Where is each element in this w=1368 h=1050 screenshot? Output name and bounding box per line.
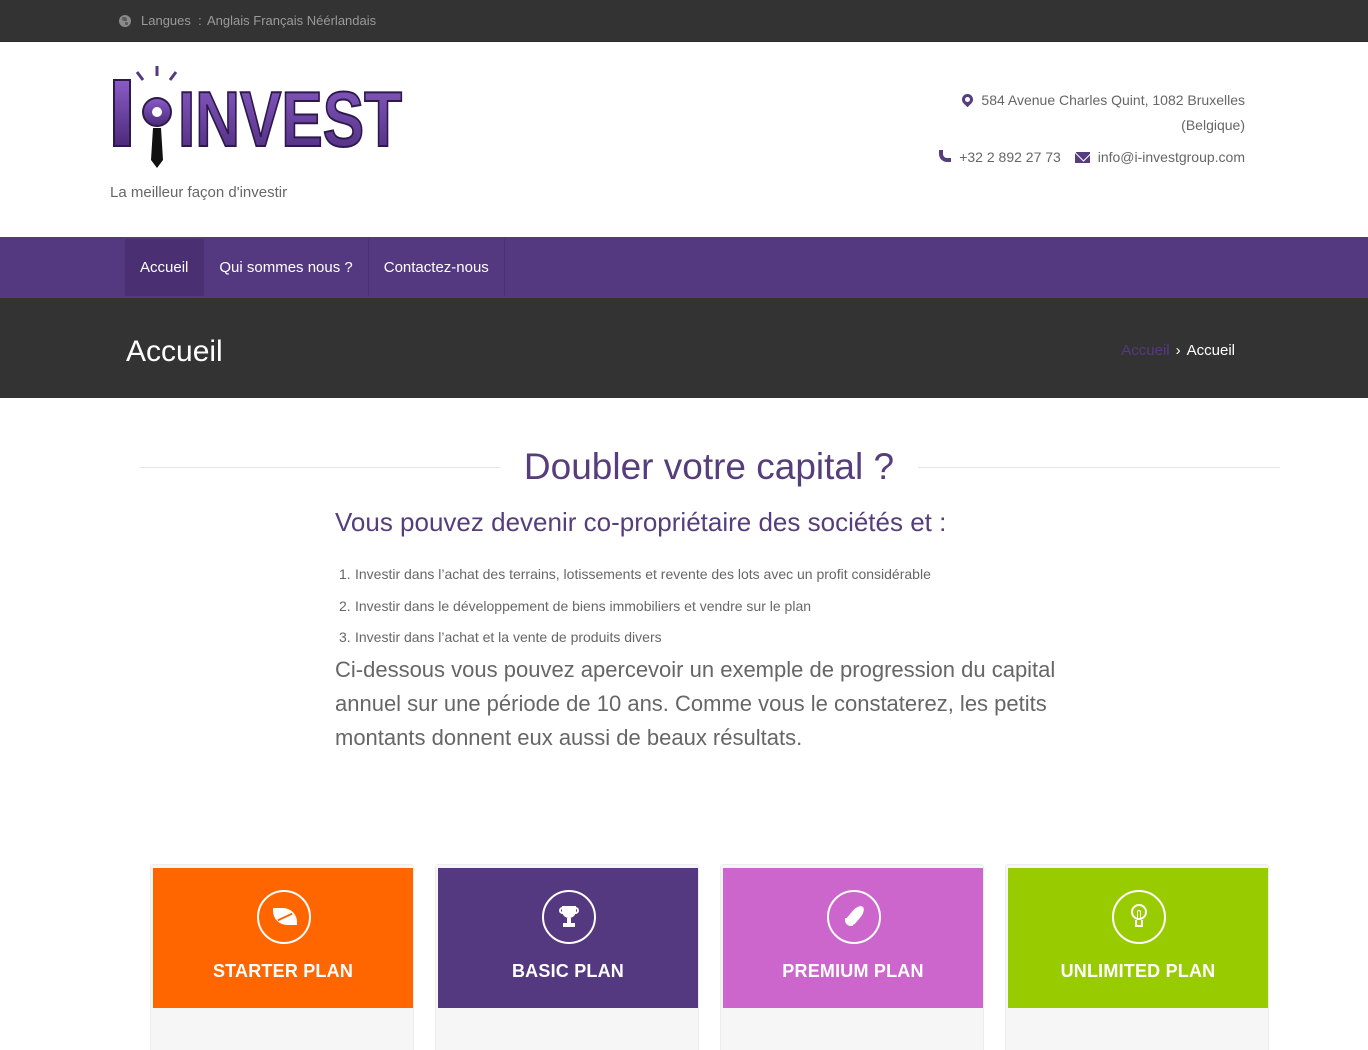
language-link-francais[interactable]: Français xyxy=(253,13,303,28)
nav-item-contactez-nous[interactable]: Contactez-nous xyxy=(369,239,505,296)
envelope-icon xyxy=(1074,151,1090,163)
phone-email-line: +32 2 892 27 73 info@i-investgroup.com xyxy=(885,145,1245,170)
top-bar: Langues : Anglais Français Néérlandais xyxy=(0,0,1368,42)
logo-tie xyxy=(151,128,163,168)
intro-paragraph: Ci-dessous vous pouvez apercevoir un exe… xyxy=(335,657,1056,750)
plan-icon-circle xyxy=(1112,890,1166,944)
plan-body xyxy=(1008,1008,1268,1050)
plan-card-unlimited[interactable]: UNLIMITED PLAN xyxy=(1005,864,1269,1050)
list-item: 1. Investir dans l’achat des terrains, lo… xyxy=(339,566,931,582)
plan-body xyxy=(153,1008,413,1050)
language-link-anglais[interactable]: Anglais xyxy=(207,13,250,28)
language-link-neerlandais[interactable]: Néérlandais xyxy=(307,13,376,28)
language-links: Anglais Français Néérlandais xyxy=(207,13,376,28)
plan-icon-circle xyxy=(257,890,311,944)
nav-item-qui-sommes-nous[interactable]: Qui sommes nous ? xyxy=(204,239,369,296)
rocket-icon xyxy=(845,903,867,930)
section-title: Doubler votre capital ? xyxy=(523,446,895,487)
plan-card-basic[interactable]: BASIC PLAN xyxy=(435,864,699,1050)
email-link[interactable]: info@i-investgroup.com xyxy=(1098,149,1245,165)
leaf-icon xyxy=(273,908,297,925)
logo-wordmark: INVEST xyxy=(178,75,402,163)
tagline: La meilleur façon d'investir xyxy=(110,184,288,201)
plan-name: STARTER PLAN xyxy=(212,961,354,981)
breadcrumb-current: Accueil xyxy=(1186,342,1235,359)
plan-icon-circle xyxy=(542,890,596,944)
plan-icon-circle xyxy=(827,890,881,944)
plan-card-premium[interactable]: PREMIUM PLAN xyxy=(720,864,984,1050)
divider-right xyxy=(918,467,1280,468)
steps-list: 1. Investir dans l’achat des terrains, lo… xyxy=(339,565,931,660)
main-nav: Accueil Qui sommes nous ? Contactez-nous xyxy=(0,237,1368,298)
plan-header: UNLIMITED PLAN xyxy=(1008,868,1268,1008)
breadcrumb: Accueil › Accueil xyxy=(1121,342,1235,359)
divider-left xyxy=(139,467,501,468)
phone-icon xyxy=(939,150,952,163)
nav-menu: Accueil Qui sommes nous ? Contactez-nous xyxy=(125,239,505,296)
plan-body xyxy=(723,1008,983,1050)
logo-letter-i xyxy=(113,79,131,147)
plan-body xyxy=(438,1008,698,1050)
list-item: 2. Investir dans le développement de bien… xyxy=(339,597,812,614)
plan-name: BASIC PLAN xyxy=(511,961,624,981)
plan-header: BASIC PLAN xyxy=(438,868,698,1008)
plan-header: PREMIUM PLAN xyxy=(723,868,983,1008)
lightbulb-icon xyxy=(1130,904,1148,930)
breadcrumb-home-link[interactable]: Accueil xyxy=(1121,342,1169,359)
chevron-right-icon: › xyxy=(1175,342,1181,359)
section-subtitle: Vous pouvez devenir co-propriétaire des … xyxy=(335,507,947,537)
language-label: Langues : xyxy=(141,13,202,28)
plan-name: PREMIUM PLAN xyxy=(782,961,924,981)
address-line: 584 Avenue Charles Quint, 1082 Bruxelles xyxy=(885,88,1245,113)
contact-info: 584 Avenue Charles Quint, 1082 Bruxelles… xyxy=(885,88,1245,170)
trophy-icon xyxy=(559,906,579,930)
logo[interactable]: INVEST xyxy=(110,64,410,174)
plan-header: STARTER PLAN xyxy=(153,868,413,1008)
logo-ray xyxy=(168,71,178,81)
page-title: Accueil xyxy=(126,335,223,368)
page-title-bar: Accueil Accueil › Accueil xyxy=(0,298,1368,398)
plan-card-starter[interactable]: STARTER PLAN xyxy=(150,864,414,1050)
nav-item-accueil[interactable]: Accueil xyxy=(125,239,205,296)
site-header: INVEST La meilleur façon d'investir 584 … xyxy=(0,42,1368,237)
logo-eye xyxy=(152,107,162,117)
address-country: (Belgique) xyxy=(1181,117,1245,133)
phone-number[interactable]: +32 2 892 27 73 xyxy=(959,149,1061,165)
logo-ray xyxy=(135,71,145,81)
plan-name: UNLIMITED PLAN xyxy=(1060,961,1216,981)
globe-icon xyxy=(119,15,131,27)
map-marker-icon xyxy=(960,91,976,108)
